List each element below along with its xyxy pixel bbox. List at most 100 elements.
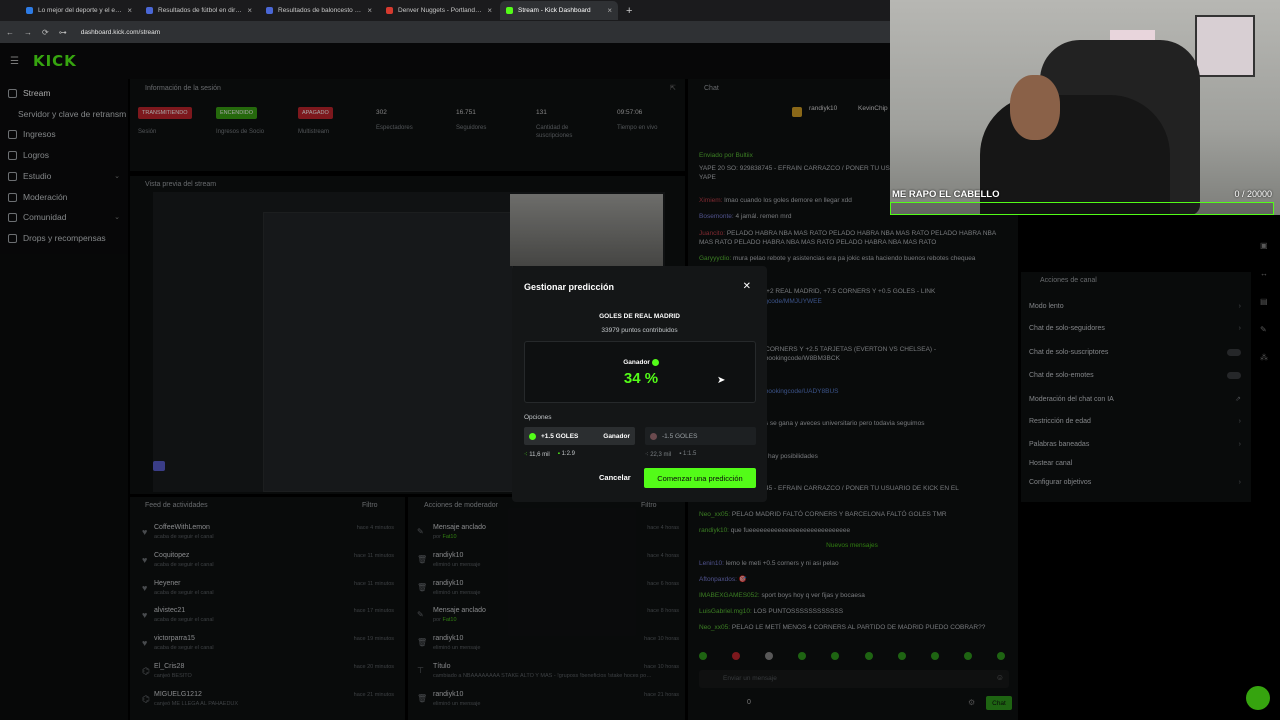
toggle-switch[interactable] <box>1227 349 1241 356</box>
feed-user[interactable]: El_Cris28 <box>154 663 184 670</box>
browser-tab[interactable]: Resultados de fútbol en direct × <box>140 1 258 20</box>
chat-username[interactable]: Bosemonte: <box>699 213 734 220</box>
close-tab-icon[interactable]: × <box>127 6 132 15</box>
status-badge: APAGADO <box>298 107 333 119</box>
emoji-icon[interactable]: ☺ <box>996 673 1004 682</box>
site-info-icon[interactable]: ⊶ <box>59 28 67 37</box>
chevron-down-icon[interactable]: ⌄ <box>114 213 120 221</box>
chat-username[interactable]: Aftonpaxdos: <box>699 576 737 583</box>
channel-action[interactable]: Chat de solo-suscriptores <box>1029 349 1241 356</box>
feed-user[interactable]: CoffeeWithLemon <box>154 524 210 531</box>
close-tab-icon[interactable]: × <box>487 6 492 15</box>
close-tab-icon[interactable]: × <box>367 6 372 15</box>
sidebar-item[interactable]: Estudio ⌄ <box>8 171 120 181</box>
settings-icon[interactable]: ⚙ <box>968 698 975 707</box>
webcam-goal-counter: 0 / 20000 <box>1234 189 1272 199</box>
chat-send-button[interactable]: Chat <box>986 696 1012 710</box>
chat-username[interactable]: LuisGabriel.mg10: <box>699 608 752 615</box>
tool-icon[interactable]: ⁂ <box>1260 353 1268 362</box>
cancel-button[interactable]: Cancelar <box>599 473 631 482</box>
option-loser[interactable]: -1.5 GOLES <box>645 427 756 445</box>
chat-message: Juancito: PELADO HABRA NBA MAS RATO PELA… <box>699 229 1011 247</box>
emote-icon[interactable] <box>699 652 707 660</box>
winner-label: Ganador <box>525 359 757 366</box>
chat-username[interactable]: Ximiem: <box>699 197 722 204</box>
channel-action[interactable]: Configurar objetivos › <box>1029 479 1241 486</box>
feed-user[interactable]: MIGUELG1212 <box>154 691 202 698</box>
chat-username[interactable]: IMABEXGAMES052: <box>699 592 760 599</box>
chat-username[interactable]: Neo_xx05: <box>699 624 730 631</box>
preview-volume-icon[interactable] <box>153 461 165 471</box>
feed-filter-button[interactable]: Filtro <box>362 502 378 509</box>
emote-icon[interactable] <box>996 652 1005 660</box>
sidebar-item[interactable]: Drops y recompensas <box>8 233 120 243</box>
tool-icon[interactable]: ↔ <box>1260 269 1268 278</box>
expand-icon[interactable]: ⇱ <box>670 84 676 92</box>
emote-icon[interactable] <box>864 652 873 660</box>
sidebar-item[interactable]: Logros <box>8 150 120 160</box>
channel-action[interactable]: Moderación del chat con IA ⇗ <box>1029 395 1241 404</box>
back-icon[interactable]: ← <box>6 28 14 37</box>
feed-user[interactable]: victorparra15 <box>154 635 195 642</box>
browser-tab[interactable]: Stream - Kick Dashboard × <box>500 1 618 20</box>
chat-text: PELAO LE METÍ MENOS 4 CORNERS AL PARTIDO… <box>730 624 986 631</box>
chat-username[interactable]: randiyk10: <box>699 527 729 534</box>
forward-icon[interactable]: → <box>24 28 32 37</box>
channel-action[interactable]: Restricción de edad › <box>1029 418 1241 425</box>
browser-tab[interactable]: Lo mejor del deporte y el entre × <box>20 1 138 20</box>
channel-action[interactable]: Hostear canal <box>1029 460 1241 467</box>
sidebar-item[interactable]: Servidor y clave de retransm <box>8 109 126 119</box>
new-tab-icon[interactable]: + <box>626 5 632 17</box>
chat-username[interactable]: Enviado por <box>699 152 734 159</box>
emote-icon[interactable] <box>798 652 807 660</box>
option-winner[interactable]: +1.5 GOLES Ganador <box>524 427 635 445</box>
pinned-other-user: KevinChip <box>858 105 888 112</box>
mod-action-user[interactable]: Fat10 <box>442 617 456 623</box>
sidebar-item[interactable]: Comunidad ⌄ <box>8 212 120 222</box>
fab-chat-icon[interactable] <box>1246 686 1270 710</box>
emote-icon[interactable] <box>831 652 840 660</box>
tool-icon[interactable]: ▤ <box>1260 297 1268 306</box>
chat-text: sport boys hoy q ver fijas y bocaesa <box>759 592 865 599</box>
browser-tab[interactable]: Resultados de baloncesto en d × <box>260 1 378 20</box>
option-label: -1.5 GOLES <box>662 432 698 440</box>
emote-icon[interactable] <box>963 652 972 660</box>
chat-username[interactable]: Neo_xx05: <box>699 511 730 518</box>
close-tab-icon[interactable]: × <box>247 6 252 15</box>
tool-icon[interactable]: ✎ <box>1260 325 1267 334</box>
chat-username[interactable]: Garyyyclio: <box>699 255 731 262</box>
chat-username[interactable]: Bultiix <box>736 152 753 159</box>
browser-tab[interactable]: Denver Nuggets - Portland Trai × <box>380 1 498 20</box>
close-icon[interactable]: ✕ <box>743 281 751 292</box>
channel-action[interactable]: Chat de solo-emotes <box>1029 372 1241 379</box>
users-icon: ⁖ <box>645 452 649 458</box>
channel-action[interactable]: Chat de solo-seguidores › <box>1029 325 1241 332</box>
chat-username[interactable]: Lenin10: <box>699 560 724 567</box>
emote-icon[interactable] <box>897 652 906 660</box>
sidebar-item[interactable]: Stream <box>8 88 120 98</box>
close-tab-icon[interactable]: × <box>607 6 612 15</box>
sidebar-item[interactable]: Moderación <box>8 192 120 202</box>
menu-icon[interactable]: ☰ <box>10 56 19 67</box>
url-field[interactable]: dashboard.kick.com/stream <box>81 29 160 36</box>
emote-icon[interactable] <box>732 652 741 660</box>
chat-username[interactable]: Juancito: <box>699 230 725 237</box>
mod-filter-button[interactable]: Filtro <box>641 502 657 509</box>
chat-input[interactable]: Enviar un mensaje ☺ <box>699 670 1009 688</box>
reload-icon[interactable]: ⟳ <box>42 28 49 37</box>
channel-action[interactable]: Palabras baneadas › <box>1029 441 1241 448</box>
feed-user[interactable]: Heyener <box>154 580 180 587</box>
sidebar-item[interactable]: Ingresos <box>8 129 120 139</box>
feed-user[interactable]: Coquitopez <box>154 552 189 559</box>
emote-icon[interactable] <box>765 652 774 660</box>
mod-action-user[interactable]: Fat10 <box>442 534 456 540</box>
channel-action[interactable]: Modo lento › <box>1029 303 1241 310</box>
toggle-switch[interactable] <box>1227 372 1241 379</box>
emote-icon[interactable] <box>930 652 939 660</box>
feed-user[interactable]: alvistec21 <box>154 607 185 614</box>
chevron-down-icon[interactable]: ⌄ <box>114 172 120 180</box>
start-prediction-button[interactable]: Comenzar una predicción <box>644 468 756 488</box>
tool-icon[interactable]: ▣ <box>1260 241 1268 250</box>
mod-action-title: randiyk10 <box>433 579 464 587</box>
kick-logo[interactable]: KICK <box>33 52 77 70</box>
